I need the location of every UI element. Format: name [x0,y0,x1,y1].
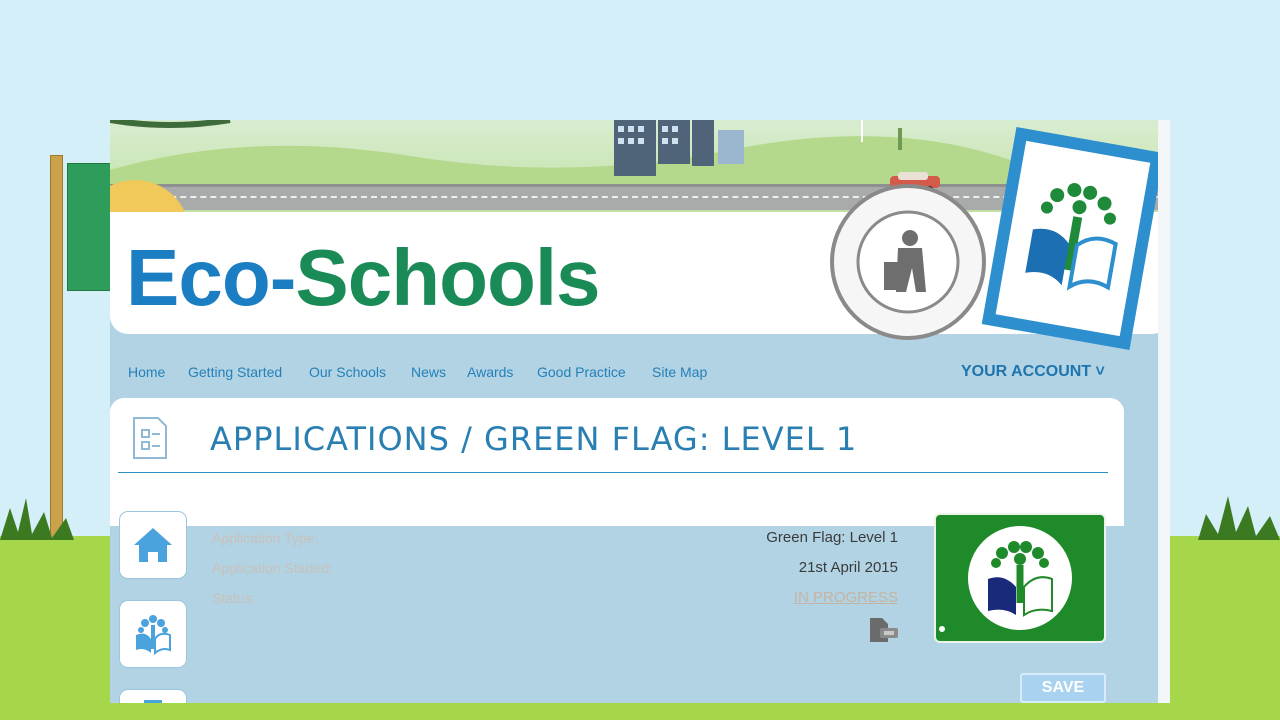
application-started-value: 21st April 2015 [798,559,898,576]
brand-schools-word: Schools [295,233,600,322]
status-label: Status: [212,590,256,606]
nav-site-map[interactable]: Site Map [652,364,707,380]
page-title: APPLICATIONS / GREEN FLAG: LEVEL 1 [210,420,858,458]
nav-awards[interactable]: Awards [467,364,513,380]
side-home-button[interactable] [120,512,186,578]
side-list-button[interactable] [120,690,186,703]
nav-our-schools[interactable]: Our Schools [309,364,386,380]
main-navigation: Home Getting Started Our Schools News Aw… [110,360,1150,386]
keep-wales-tidy-logo [830,184,986,340]
nav-news[interactable]: News [411,364,446,380]
eco-schools-stamp-logo [981,127,1165,351]
pdf-download-icon[interactable] [868,616,900,644]
title-divider [118,472,1108,473]
list-icon [144,700,162,703]
frame-edge [1158,120,1170,703]
save-button[interactable]: SAVE [1020,673,1106,703]
status-value[interactable]: IN PROGRESS [794,589,898,606]
site-logo-text[interactable]: Eco-Schools [126,230,601,326]
grass-tuft-left [0,498,74,540]
application-type-value: Green Flag: Level 1 [766,529,898,546]
nav-getting-started[interactable]: Getting Started [188,364,282,380]
your-account-dropdown[interactable]: YOUR ACCOUNT ˅ [961,363,1105,381]
page-header-panel: APPLICATIONS / GREEN FLAG: LEVEL 1 [110,398,1124,526]
green-flag-award-badge [934,513,1106,643]
nav-good-practice[interactable]: Good Practice [537,364,626,380]
application-started-label: Application Started: [212,560,334,576]
flag-pole [50,155,63,540]
eco-schools-award-icon [939,526,1072,632]
nav-home[interactable]: Home [128,364,165,380]
grass-tuft-right [1198,496,1280,540]
eco-tree-icon [136,615,171,656]
application-type-label: Application Type: [212,530,319,546]
green-flag [67,163,113,291]
brand-dash: - [269,233,297,322]
brand-eco-word: Eco [126,233,271,322]
document-checklist-icon [133,417,167,459]
home-icon [134,528,172,562]
side-eco-button[interactable] [120,601,186,667]
website-screenshot: Eco-Schools Home Getting Started Our Sch… [110,120,1170,703]
